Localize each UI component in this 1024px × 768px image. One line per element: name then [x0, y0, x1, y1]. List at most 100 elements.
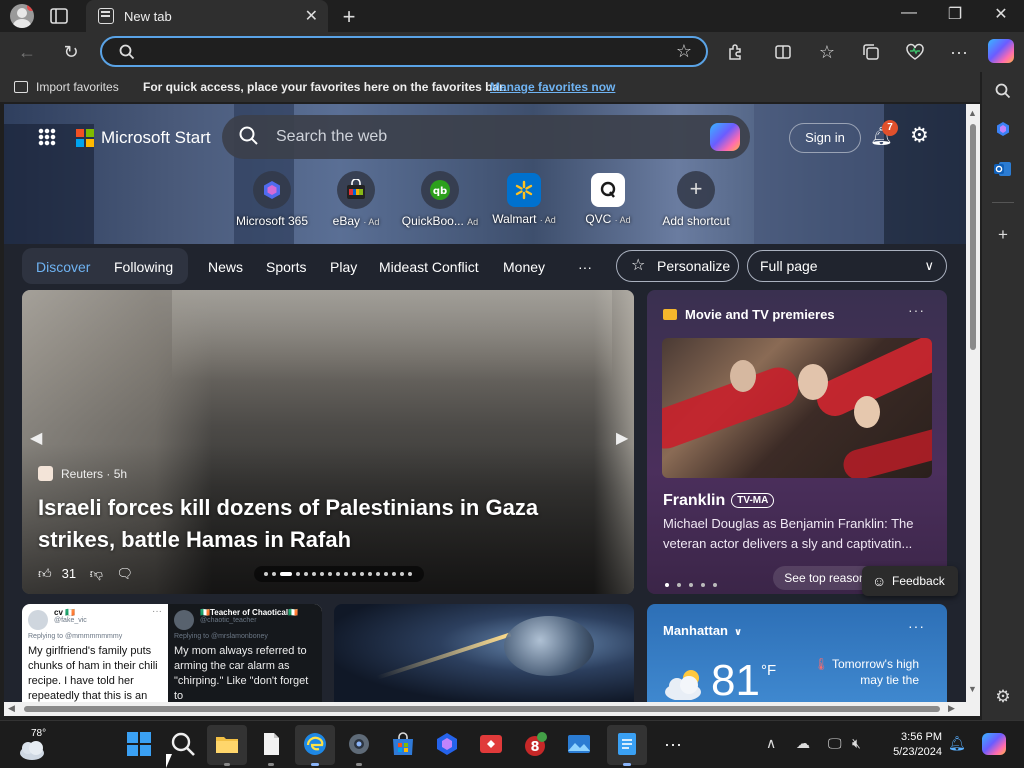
feedback-button[interactable]: Feedback: [862, 566, 958, 596]
comment-icon[interactable]: 🗨︎: [117, 566, 134, 581]
scroll-up-icon[interactable]: ▲: [968, 108, 977, 118]
file-explorer-icon[interactable]: [214, 731, 240, 766]
horizontal-scrollbar[interactable]: ◀ ▶: [4, 702, 980, 716]
sidebar-search-icon[interactable]: [992, 82, 1014, 104]
add-shortcut-button[interactable]: + Add shortcut: [654, 171, 738, 228]
nav-item-money[interactable]: Money: [503, 259, 545, 275]
nav-more-button[interactable]: ···: [578, 259, 592, 275]
card-more-icon[interactable]: ···: [908, 618, 925, 634]
story-headline[interactable]: Israeli forces kill dozens of Palestinia…: [38, 492, 598, 556]
notepad-file-icon[interactable]: [258, 731, 284, 766]
notifications-bell-icon[interactable]: 🔔︎ 7: [870, 120, 898, 147]
card-pagination[interactable]: [665, 574, 725, 592]
copilot-taskbar-icon[interactable]: [982, 733, 1006, 755]
restore-button[interactable]: ❐: [932, 4, 978, 24]
layout-select[interactable]: Full page ∨: [747, 250, 947, 282]
tab-new-tab[interactable]: New tab ✕: [86, 0, 328, 32]
refresh-button[interactable]: ↻: [58, 40, 84, 64]
show-hidden-icons-chevron-icon[interactable]: ∧: [766, 735, 776, 752]
like-thumb-icon[interactable]: 👍︎: [38, 566, 52, 581]
photo-viewer-icon[interactable]: [566, 731, 592, 757]
scrollbar-thumb[interactable]: [970, 124, 976, 350]
shortcut-ebay[interactable]: eBay · Ad: [314, 171, 398, 228]
dislike-thumb-icon[interactable]: 👎︎: [90, 566, 103, 581]
settings-more-icon[interactable]: ···: [946, 40, 972, 64]
microsoft-store-icon[interactable]: [390, 731, 416, 757]
copilot-app-icon[interactable]: [434, 731, 460, 757]
start-button[interactable]: [126, 731, 152, 757]
top-story-card[interactable]: ◀ ▶ Reuters · 5h Israeli forces kill doz…: [22, 290, 634, 594]
volume-muted-icon[interactable]: 🔇︎: [852, 735, 861, 752]
search-copilot-icon[interactable]: [710, 123, 740, 151]
scroll-left-icon[interactable]: ◀: [8, 703, 15, 714]
tab-discover[interactable]: Discover: [36, 259, 90, 275]
browser-essentials-icon[interactable]: [902, 40, 928, 64]
sidebar-settings-gear-icon[interactable]: ⚙: [992, 686, 1014, 708]
tab-actions-icon[interactable]: [48, 6, 70, 26]
add-favorite-star-icon[interactable]: ☆: [676, 41, 692, 62]
scrollbar-thumb[interactable]: [24, 706, 940, 712]
carousel-next-icon[interactable]: ▶: [616, 428, 628, 448]
card-more-icon[interactable]: ···: [908, 302, 925, 318]
onedrive-cloud-icon[interactable]: ☁: [796, 735, 810, 752]
weather-unit[interactable]: °F: [761, 662, 776, 679]
notepad-app-icon[interactable]: [614, 731, 640, 766]
carousel-indicator[interactable]: [254, 566, 424, 582]
show-description[interactable]: Michael Douglas as Benjamin Franklin: Th…: [663, 514, 933, 554]
split-screen-icon[interactable]: [770, 40, 796, 64]
security-app-icon[interactable]: 8: [522, 731, 548, 757]
weather-location[interactable]: Manhattan ∨: [663, 623, 742, 638]
movie-tv-premieres-card[interactable]: Movie and TV premieres ··· Franklin TV-MA…: [647, 290, 947, 594]
show-title[interactable]: Franklin TV-MA: [663, 492, 775, 510]
shortcut-qvc[interactable]: QVC · Ad: [566, 171, 650, 226]
web-search-box[interactable]: Search the web: [222, 115, 750, 159]
back-button[interactable]: ←: [14, 40, 40, 64]
shortcut-walmart[interactable]: Walmart · Ad: [482, 171, 566, 226]
weather-card[interactable]: Manhattan ∨ ··· 81 °F 🌡︎ Tomorrow's high …: [647, 604, 947, 702]
scroll-down-icon[interactable]: ▼: [968, 684, 977, 694]
story-source[interactable]: Reuters · 5h: [38, 466, 127, 481]
sidebar-add-icon[interactable]: +: [992, 224, 1014, 246]
extensions-icon[interactable]: [722, 40, 748, 64]
vertical-scrollbar[interactable]: ▲ ▼: [966, 104, 980, 702]
apps-grid-icon[interactable]: [38, 128, 56, 146]
new-tab-button[interactable]: +: [338, 4, 360, 30]
import-favorites-button[interactable]: Import favorites: [14, 80, 119, 94]
collections-icon[interactable]: [858, 40, 884, 64]
scroll-right-icon[interactable]: ▶: [948, 703, 955, 714]
carousel-prev-icon[interactable]: ◀: [30, 428, 42, 448]
tab-following[interactable]: Following: [114, 259, 173, 275]
franklin-poster-image[interactable]: [662, 338, 932, 478]
profile-avatar[interactable]: [10, 4, 34, 28]
weather-tip[interactable]: 🌡︎ Tomorrow's high may tie the: [799, 656, 919, 688]
copilot-icon[interactable]: [988, 39, 1014, 63]
sidebar-outlook-icon[interactable]: [992, 160, 1014, 182]
tweets-story-card[interactable]: cv 🇮🇪 @fake_vic ··· Replying to @mmmmmmm…: [22, 604, 322, 702]
edge-browser-icon[interactable]: [302, 731, 328, 766]
display-monitor-icon[interactable]: 🖵︎: [828, 735, 842, 752]
anydesk-red-icon[interactable]: [478, 731, 504, 757]
notification-bell-icon[interactable]: 🔔︎: [948, 735, 966, 752]
space-battle-story-card[interactable]: [334, 604, 634, 702]
tab-close-button[interactable]: ✕: [305, 6, 318, 26]
personalize-button[interactable]: Personalize: [616, 250, 739, 282]
page-settings-gear-icon[interactable]: ⚙: [910, 123, 929, 148]
favorites-icon[interactable]: ☆: [814, 40, 840, 64]
sidebar-copilot-icon[interactable]: [992, 120, 1014, 142]
minimize-button[interactable]: —: [886, 4, 932, 22]
nav-item-sports[interactable]: Sports: [266, 259, 306, 275]
close-window-button[interactable]: ✕: [978, 4, 1024, 24]
shortcut-microsoft-365[interactable]: Microsoft 365: [230, 171, 314, 228]
nav-item-mideast-conflict[interactable]: Mideast Conflict: [379, 259, 479, 275]
manage-favorites-link[interactable]: Manage favorites now: [490, 80, 615, 94]
shortcut-quickbooks[interactable]: qb QuickBoo... Ad: [398, 171, 482, 228]
nav-item-play[interactable]: Play: [330, 259, 357, 275]
nav-item-news[interactable]: News: [208, 259, 243, 275]
taskbar-search-icon[interactable]: [170, 731, 196, 757]
system-clock[interactable]: 3:56 PM 5/23/2024: [872, 730, 942, 760]
settings-gear-app-icon[interactable]: [346, 731, 372, 766]
brand-name[interactable]: Microsoft Start: [101, 128, 211, 148]
weather-widget[interactable]: 78°: [18, 728, 48, 760]
sign-in-button[interactable]: Sign in: [789, 123, 861, 153]
taskbar-overflow-icon[interactable]: ···: [660, 731, 686, 757]
